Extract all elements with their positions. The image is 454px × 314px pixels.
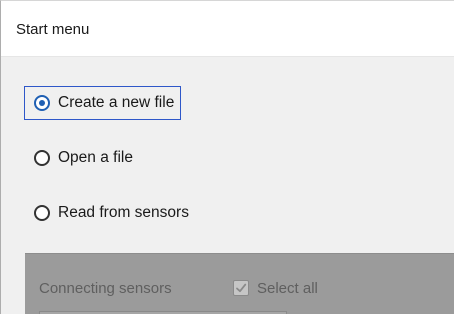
radio-checked-icon[interactable] [34,95,50,111]
radio-unchecked-icon[interactable] [34,205,50,221]
window-title: Start menu [16,21,90,38]
start-menu-window: Start menu Create a new file Open a file… [0,0,454,314]
option-open-file[interactable]: Open a file [25,142,133,174]
select-all-checkbox[interactable] [233,280,249,296]
select-all-label: Select all [257,280,318,297]
sensors-panel: Connecting sensors Select all [25,253,454,314]
title-bar: Start menu [1,1,454,57]
option-read-sensors[interactable]: Read from sensors [25,197,189,229]
option-label: Open a file [58,149,133,166]
checkmark-icon [236,283,247,293]
option-create-new-file[interactable]: Create a new file [23,86,182,120]
radio-unchecked-icon[interactable] [34,150,50,166]
option-label: Read from sensors [58,204,189,221]
option-label: Create a new file [58,94,175,111]
connecting-sensors-label: Connecting sensors [39,280,172,297]
